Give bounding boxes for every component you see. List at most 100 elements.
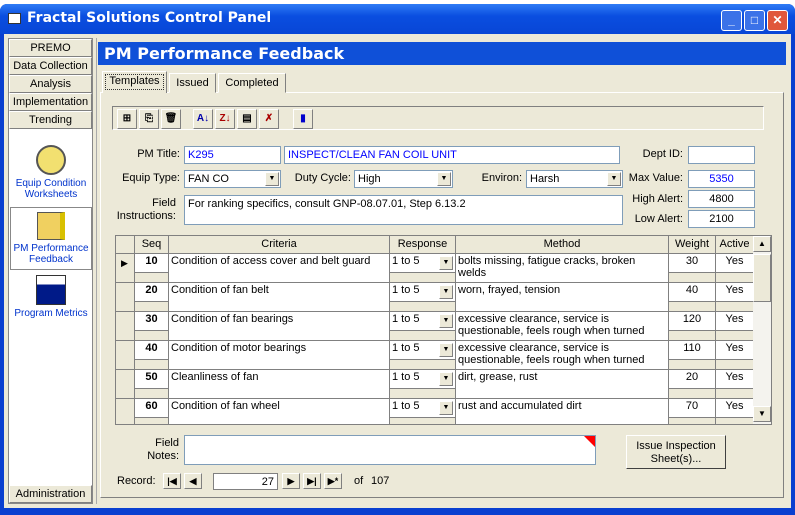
minimize-button[interactable]: _ [721,10,742,31]
chevron-down-icon[interactable]: ▼ [265,172,279,186]
cell-seq[interactable]: 10 [135,254,169,273]
cell-seq[interactable]: 60 [135,399,169,418]
cell-weight[interactable]: 30 [669,254,716,273]
sort-ascending-icon[interactable]: A↓ [193,109,213,129]
column-header-criteria[interactable]: Criteria [169,236,390,254]
chevron-down-icon[interactable]: ▼ [607,172,621,186]
cell-method[interactable]: bolts missing, fatigue cracks, broken we… [456,254,669,283]
sidebar-trending[interactable]: Trending [9,111,92,129]
cell-active[interactable]: Yes [716,254,754,273]
chevron-down-icon[interactable]: ▼ [437,172,451,186]
chevron-down-icon[interactable]: ▼ [439,372,453,386]
cell-criteria[interactable]: Cleanliness of fan [169,370,390,399]
environ-dropdown[interactable]: Harsh ▼ [526,170,623,188]
scroll-down-icon[interactable]: ▼ [753,406,771,422]
cell-method[interactable]: excessive clearance, service is question… [456,312,669,341]
sort-descending-icon[interactable]: Z↓ [215,109,235,129]
field-notes-label-1: Field [155,437,179,449]
notebook-icon[interactable]: ▮ [293,109,313,129]
column-header-seq[interactable]: Seq [135,236,169,254]
chevron-down-icon[interactable]: ▼ [439,401,453,415]
column-header-active[interactable]: Active [716,236,754,254]
equip-type-dropdown[interactable]: FAN CO ▼ [184,170,281,188]
cell-method[interactable]: dirt, grease, rust [456,370,669,399]
cell-weight[interactable]: 110 [669,341,716,360]
new-record-nav-icon[interactable]: ▶* [324,473,342,489]
maximize-button[interactable]: □ [744,10,765,31]
row-selector[interactable]: ▶ [116,254,135,283]
sidebar-implementation[interactable]: Implementation [9,93,92,111]
duty-cycle-dropdown[interactable]: High ▼ [354,170,453,188]
delete-icon[interactable]: 🗑 [161,109,181,129]
row-selector[interactable] [116,399,135,424]
cell-weight[interactable]: 70 [669,399,716,418]
cell-active[interactable]: Yes [716,341,754,360]
cell-criteria[interactable]: Condition of fan belt [169,283,390,312]
chevron-down-icon[interactable]: ▼ [439,285,453,299]
row-selector[interactable] [116,283,135,312]
tab-issued[interactable]: Issued [169,73,216,93]
next-record-icon[interactable]: ▶ [282,473,300,489]
cell-criteria[interactable]: Condition of fan wheel [169,399,390,424]
cell-weight[interactable]: 20 [669,370,716,389]
row-selector[interactable] [116,370,135,399]
cell-method[interactable]: worn, frayed, tension [456,283,669,312]
new-record-icon[interactable]: ⊞ [117,109,137,129]
sidebar-analysis[interactable]: Analysis [9,75,92,93]
max-value-field[interactable]: 5350 [688,170,755,188]
filter-icon[interactable]: ▤ [237,109,257,129]
cell-method[interactable]: excessive clearance, service is question… [456,341,669,370]
grid-scrollbar[interactable]: ▲ ▼ [753,236,771,424]
cell-weight[interactable]: 120 [669,312,716,331]
row-selector[interactable] [116,341,135,370]
cell-active[interactable]: Yes [716,399,754,418]
remove-filter-icon[interactable]: ✗ [259,109,279,129]
column-header-method[interactable]: Method [456,236,669,254]
field-instructions-field[interactable]: For ranking specifics, consult GNP-08.07… [184,195,623,225]
cell-method[interactable]: rust and accumulated dirt [456,399,669,424]
tab-templates[interactable]: Templates [102,71,167,93]
scroll-up-icon[interactable]: ▲ [753,236,771,252]
high-alert-field[interactable]: 4800 [688,190,755,208]
field-notes-field[interactable] [184,435,596,465]
chevron-down-icon[interactable]: ▼ [439,314,453,328]
dept-id-field[interactable] [688,146,755,164]
first-record-icon[interactable]: |◀ [163,473,181,489]
sidebar-administration[interactable]: Administration [9,485,92,503]
issue-inspection-sheets-button[interactable]: Issue Inspection Sheet(s)... [626,435,726,469]
cell-criteria[interactable]: Condition of motor bearings [169,341,390,370]
record-number-input[interactable]: 27 [213,473,278,490]
cell-seq[interactable]: 30 [135,312,169,331]
low-alert-field[interactable]: 2100 [688,210,755,228]
cell-weight[interactable]: 40 [669,283,716,302]
cell-active[interactable]: Yes [716,283,754,302]
cell-seq[interactable]: 20 [135,283,169,302]
cell-seq[interactable]: 40 [135,341,169,360]
sidebar-equip-condition-worksheets[interactable]: Equip Condition Worksheets [11,145,91,200]
previous-record-icon[interactable]: ◀ [184,473,202,489]
cell-active[interactable]: Yes [716,370,754,389]
column-header-response[interactable]: Response [390,236,456,254]
sidebar-premo-modules[interactable]: PREMO Modules [9,39,92,70]
column-header-weight[interactable]: Weight [669,236,716,254]
sidebar-pm-performance-feedback[interactable]: PM Performance Feedback [10,207,92,270]
cell-spacer [716,273,754,283]
chevron-down-icon[interactable]: ▼ [439,343,453,357]
scroll-thumb[interactable] [753,254,771,302]
cell-seq[interactable]: 50 [135,370,169,389]
pm-name-field[interactable]: INSPECT/CLEAN FAN COIL UNIT [284,146,620,164]
row-selector[interactable] [116,312,135,341]
copy-icon[interactable]: ⎘ [139,109,159,129]
pm-code-field[interactable]: K295 [184,146,281,164]
last-record-icon[interactable]: ▶| [303,473,321,489]
cell-criteria[interactable]: Condition of fan bearings [169,312,390,341]
cell-criteria[interactable]: Condition of access cover and belt guard [169,254,390,283]
chevron-down-icon[interactable]: ▼ [439,256,453,270]
close-button[interactable]: ✕ [767,10,788,31]
cell-spacer [669,389,716,399]
tab-completed[interactable]: Completed [218,73,286,93]
cell-active[interactable]: Yes [716,312,754,331]
cell-spacer [390,389,456,399]
sidebar-program-metrics[interactable]: Program Metrics [11,275,91,319]
sidebar-data-collection[interactable]: Data Collection [9,57,92,75]
